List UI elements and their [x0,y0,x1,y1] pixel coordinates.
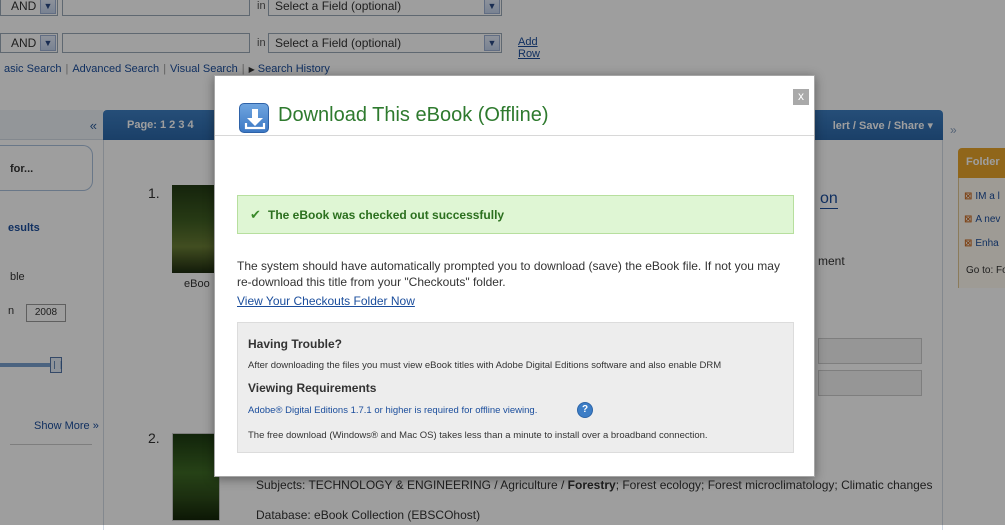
view-checkouts-link[interactable]: View Your Checkouts Folder Now [237,294,415,308]
help-icon[interactable]: ? [577,402,593,418]
having-trouble-box: Having Trouble? After downloading the fi… [237,322,794,453]
success-message: The eBook was checked out successfully [268,208,505,222]
adobe-digital-editions-link[interactable]: Adobe® Digital Editions 1.7.1 or higher … [248,405,537,416]
having-trouble-text: After downloading the files you must vie… [248,360,722,371]
dialog-header: Download This eBook (Offline) x [215,76,814,136]
download-instructions: The system should have automatically pro… [237,259,780,289]
viewing-requirements-heading: Viewing Requirements [248,381,377,395]
dialog-title: Download This eBook (Offline) [278,104,549,126]
having-trouble-heading: Having Trouble? [248,337,343,351]
success-banner: ✔ The eBook was checked out successfully [237,195,794,234]
close-icon[interactable]: x [793,89,809,105]
free-download-text: The free download (Windows® and Mac OS) … [248,430,708,441]
checkmark-icon: ✔ [250,207,261,222]
download-icon [239,103,269,133]
download-ebook-dialog: Download This eBook (Offline) x ✔ The eB… [214,75,815,477]
